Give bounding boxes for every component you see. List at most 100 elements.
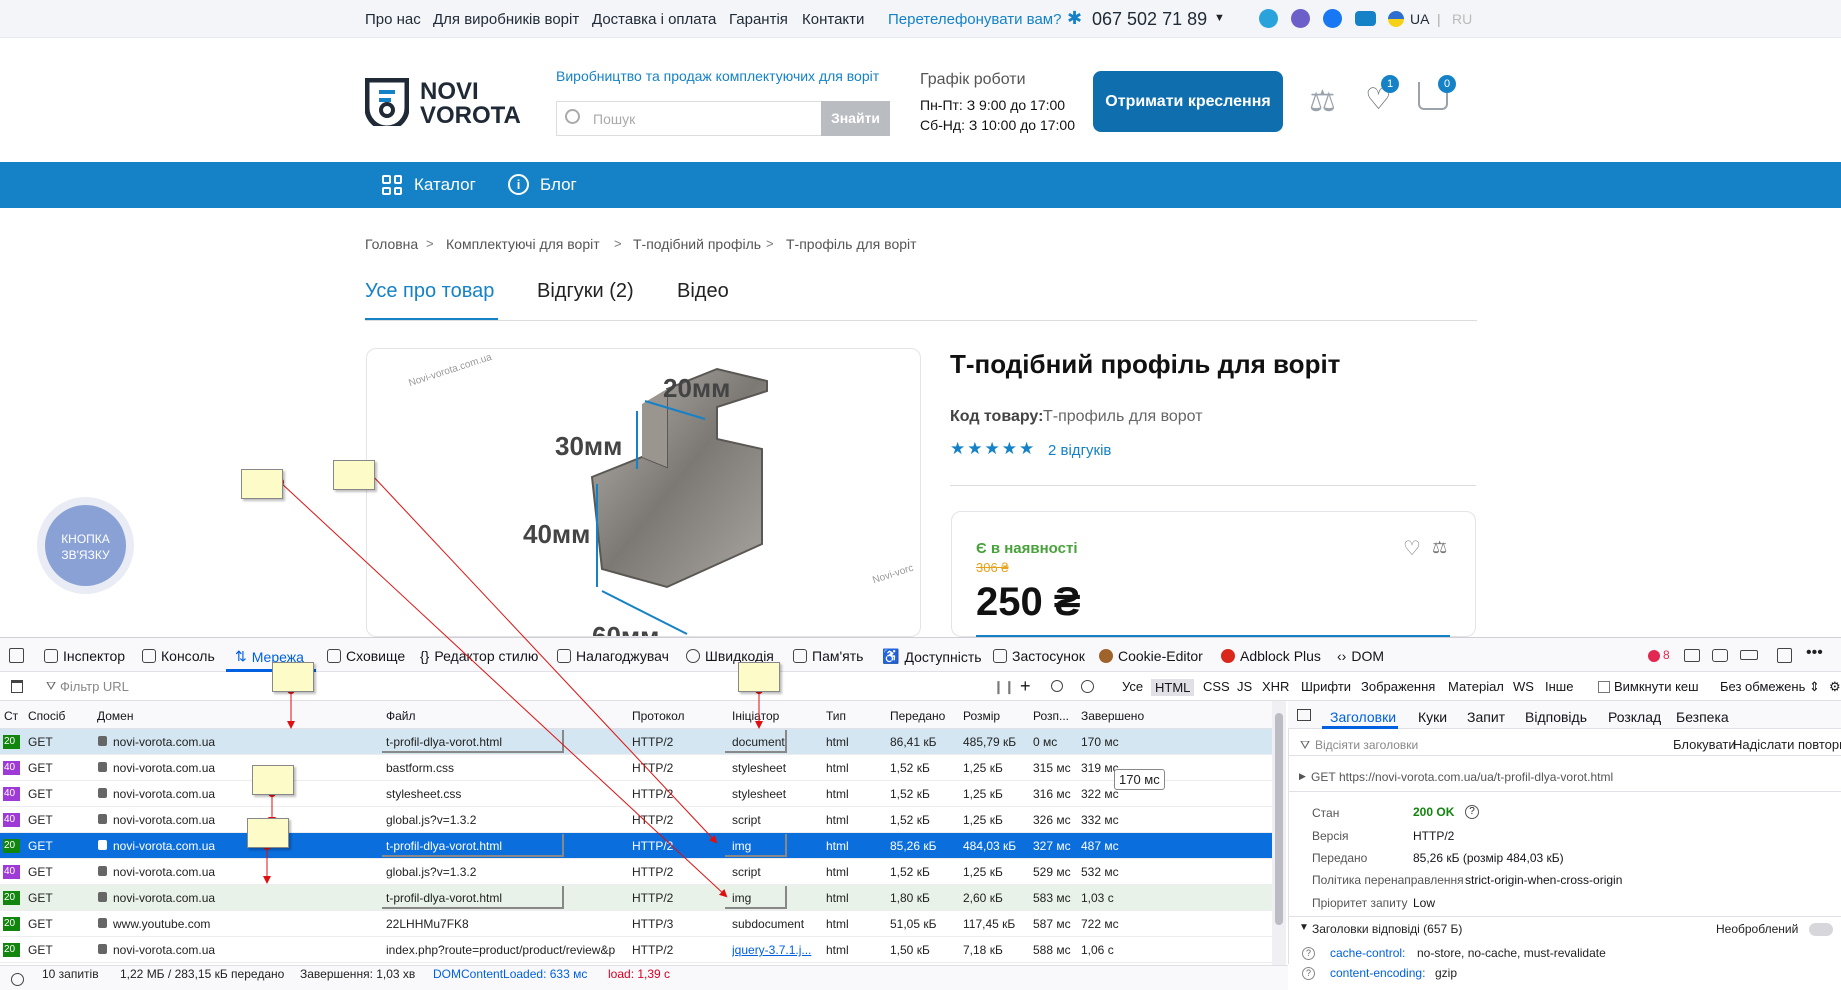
tab-all-about[interactable]: Усе про товар xyxy=(365,280,494,303)
help-icon[interactable]: ? xyxy=(1302,967,1315,980)
nav-catalog[interactable]: Каталог xyxy=(414,175,476,195)
lang-ua[interactable]: UA xyxy=(1410,11,1429,27)
col-finished[interactable]: Завершено xyxy=(1081,709,1144,723)
filter-images[interactable]: Зображення xyxy=(1361,679,1435,694)
block-button[interactable]: Блокувати xyxy=(1673,737,1736,752)
disable-cache-checkbox[interactable] xyxy=(1598,681,1610,693)
filter-html[interactable]: HTML xyxy=(1151,679,1195,696)
topbar-link-contacts[interactable]: Контакти xyxy=(802,11,864,28)
filter-xhr[interactable]: XHR xyxy=(1262,679,1289,694)
dock-icon[interactable] xyxy=(1777,648,1792,663)
col-type[interactable]: Тип xyxy=(826,709,846,723)
tab-response[interactable]: Відповідь xyxy=(1525,709,1587,725)
col-initiator[interactable]: Ініціатор xyxy=(732,709,779,723)
table-row[interactable]: 20 GET novi-vorota.com.ua t-profil-dlya-vor… xyxy=(0,729,1272,755)
compare-scales-icon[interactable]: ⚖ xyxy=(1309,84,1336,119)
screenshot-icon[interactable] xyxy=(1712,649,1728,662)
facebook-icon[interactable] xyxy=(1323,9,1342,28)
chevron-down-icon[interactable]: ▼ xyxy=(1214,12,1225,24)
col-protocol[interactable]: Протокол xyxy=(632,709,685,723)
disable-cache-label[interactable]: Вимкнути кеш xyxy=(1614,679,1699,694)
responsive-icon[interactable] xyxy=(1684,649,1700,662)
request-url[interactable]: https://novi-vorota.com.ua/ua/t-profil-d… xyxy=(1339,770,1613,784)
response-headers-title[interactable]: Заголовки відповіді (657 Б) xyxy=(1312,922,1462,936)
col-transferred[interactable]: Передано xyxy=(890,709,945,723)
search-icon[interactable] xyxy=(1051,680,1063,692)
tab-video[interactable]: Відео xyxy=(677,280,729,303)
tab-cookies[interactable]: Куки xyxy=(1418,709,1447,725)
youtube-icon[interactable] xyxy=(1355,11,1376,26)
cell-initiator[interactable]: script xyxy=(732,813,822,827)
tab-cookie-editor[interactable]: Cookie-Editor xyxy=(1099,648,1203,664)
col-size[interactable]: Розмір xyxy=(963,709,1000,723)
sticky-note[interactable] xyxy=(738,662,780,692)
tab-storage[interactable]: Сховище xyxy=(327,648,405,664)
ruler-icon[interactable] xyxy=(1740,650,1758,660)
add-icon[interactable]: + xyxy=(1020,676,1031,697)
pick-element-icon[interactable] xyxy=(9,648,24,663)
raw-toggle-label[interactable]: Необроблений xyxy=(1716,922,1798,936)
sticky-note[interactable] xyxy=(247,818,289,848)
help-icon[interactable]: ? xyxy=(1302,947,1315,960)
topbar-link-warranty[interactable]: Гарантія xyxy=(729,11,788,28)
filter-js[interactable]: JS xyxy=(1237,679,1252,694)
tab-reviews[interactable]: Відгуки (2) xyxy=(537,280,634,303)
filter-ws[interactable]: WS xyxy=(1513,679,1534,694)
table-row[interactable]: 20 GET novi-vorota.com.ua index.php?route=p… xyxy=(0,937,1272,963)
table-row[interactable]: 20 GET novi-vorota.com.ua t-profil-dlya-vor… xyxy=(0,885,1272,911)
cell-initiator[interactable]: jquery-3.7.1.j... xyxy=(732,943,822,957)
tab-request[interactable]: Запит xyxy=(1467,709,1505,725)
breadcrumb-home[interactable]: Головна xyxy=(365,236,418,252)
compare-scales-icon[interactable]: ⚖ xyxy=(1432,538,1447,558)
tab-timings[interactable]: Розклад xyxy=(1608,709,1661,725)
filter-media[interactable]: Матеріал xyxy=(1448,679,1504,694)
telegram-icon[interactable] xyxy=(1259,9,1278,28)
nav-blog[interactable]: Блог xyxy=(540,175,577,195)
col-method[interactable]: Спосіб xyxy=(28,709,65,723)
tab-console[interactable]: Консоль xyxy=(142,648,215,664)
get-drawings-button[interactable]: Отримати креслення xyxy=(1093,71,1283,132)
filter-all[interactable]: Усе xyxy=(1122,679,1143,694)
table-row[interactable]: 20 GET www.youtube.com 22LHHMu7FK8 HTTP/3 sub… xyxy=(0,911,1272,937)
tab-headers[interactable]: Заголовки xyxy=(1330,709,1396,725)
cell-initiator[interactable]: stylesheet xyxy=(732,761,822,775)
cell-initiator[interactable]: subdocument xyxy=(732,917,822,931)
wishlist-heart-icon[interactable]: ♡ xyxy=(1403,536,1421,561)
lang-ru[interactable]: RU xyxy=(1452,11,1472,27)
tab-memory[interactable]: Пам'ять xyxy=(793,648,863,664)
col-domain[interactable]: Домен xyxy=(97,709,134,723)
sticky-note[interactable] xyxy=(333,460,375,490)
block-icon[interactable] xyxy=(1081,680,1094,693)
filter-fonts[interactable]: Шрифти xyxy=(1301,679,1351,694)
more-options-icon[interactable]: ••• xyxy=(1806,644,1823,662)
col-status[interactable]: Ст xyxy=(4,709,18,723)
viber-icon[interactable] xyxy=(1291,9,1310,28)
throttle-select[interactable]: Без обмежень ⇕ xyxy=(1720,679,1820,695)
error-count[interactable]: 8 xyxy=(1663,648,1670,662)
tab-security[interactable]: Безпека xyxy=(1676,709,1729,725)
sticky-note[interactable] xyxy=(252,765,294,795)
logo-mark[interactable] xyxy=(364,77,410,131)
filter-css[interactable]: CSS xyxy=(1203,679,1230,694)
cell-initiator[interactable]: script xyxy=(732,865,822,879)
sticky-note[interactable] xyxy=(272,662,314,692)
error-icon[interactable] xyxy=(1648,650,1660,662)
help-icon[interactable]: ? xyxy=(1465,805,1479,819)
trash-icon[interactable] xyxy=(11,680,23,693)
tab-dom[interactable]: ‹› DOM xyxy=(1337,648,1384,664)
tab-inspector[interactable]: Інспектор xyxy=(44,648,125,664)
chevron-down-icon[interactable]: ▼ xyxy=(1299,922,1309,933)
breadcrumb-t-profile[interactable]: Т-подібний профіль xyxy=(633,236,761,252)
product-image[interactable]: Novi-vorota.com.ua Novi-vorc 20мм 30мм 4… xyxy=(366,348,921,637)
resend-button[interactable]: Надіслати повторно xyxy=(1733,737,1841,752)
contact-button[interactable]: КНОПКА ЗВ'ЯЗКУ xyxy=(45,505,126,586)
sticky-note[interactable] xyxy=(241,469,283,499)
table-row[interactable]: 40 GET novi-vorota.com.ua global.js?v=1.3.2… xyxy=(0,807,1272,833)
headers-filter-input[interactable]: Відсіяти заголовки xyxy=(1315,738,1418,752)
tab-adblock-plus[interactable]: Adblock Plus xyxy=(1221,648,1321,664)
table-row[interactable]: 40 GET novi-vorota.com.ua bastform.css HTTP/… xyxy=(0,755,1272,781)
raw-toggle-switch[interactable] xyxy=(1809,923,1833,936)
tab-debugger[interactable]: Налагоджувач xyxy=(557,648,669,664)
topbar-link-about[interactable]: Про нас xyxy=(365,11,421,28)
callback-link[interactable]: Перетелефонувати вам? xyxy=(888,11,1061,28)
